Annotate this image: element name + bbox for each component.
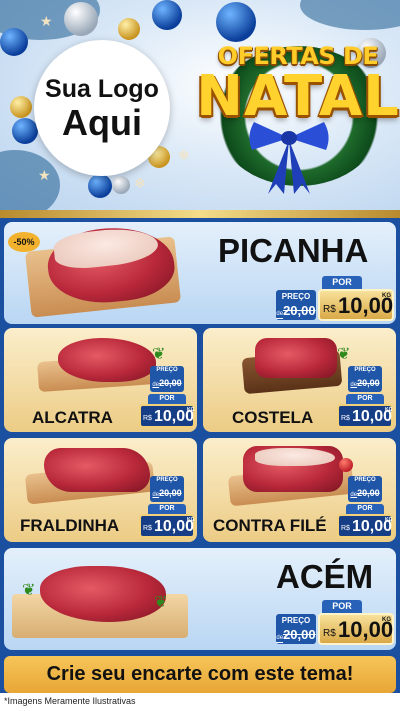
tomato-garnish-icon bbox=[339, 458, 353, 472]
por-label: POR bbox=[148, 394, 186, 404]
price-tag-acem: PREÇO de20,00 POR R$ 10,00 KG bbox=[276, 600, 396, 646]
herb-garnish-icon: ❦ bbox=[154, 592, 168, 611]
herb-garnish-icon: ❦ bbox=[152, 344, 166, 363]
currency-symbol: R$ bbox=[323, 304, 336, 315]
new-price-box: R$ 10,00 KG bbox=[139, 404, 195, 428]
footer: *Imagens Meramente Ilustrativas bbox=[0, 693, 400, 711]
unit-label: KG bbox=[187, 407, 195, 413]
create-flyer-cta-button[interactable]: Crie seu encarte com este tema! bbox=[4, 656, 396, 693]
blue-ornament-icon bbox=[216, 2, 256, 42]
old-price: de20,00 bbox=[350, 488, 380, 498]
preco-label: PREÇO bbox=[156, 367, 178, 373]
product-name: PICANHA bbox=[218, 232, 369, 269]
blue-ornament-icon bbox=[152, 0, 182, 30]
price-tag-fraldinha: PREÇO de20,00 POR R$ 10,00 KG bbox=[138, 476, 196, 538]
por-label: POR bbox=[346, 504, 384, 514]
blue-ornament-icon bbox=[88, 174, 112, 198]
preco-label: PREÇO bbox=[354, 477, 376, 483]
price-tag-contra-file: PREÇO de20,00 POR R$ 10,00 KG bbox=[336, 476, 394, 538]
pine-branch-decoration bbox=[300, 0, 400, 30]
disclaimer-text: *Imagens Meramente Ilustrativas bbox=[4, 696, 136, 706]
unit-label: KG bbox=[382, 617, 391, 623]
product-name: CONTRA FILÉ bbox=[213, 516, 327, 535]
price-tag-picanha: PREÇO de20,00 POR R$ 10,00 KG bbox=[276, 276, 396, 321]
logo-text-line2: Aqui bbox=[62, 102, 142, 143]
price-tag-alcatra: PREÇO de20,00 POR R$ 10,00 KG bbox=[138, 366, 196, 428]
unit-label: KG bbox=[382, 293, 391, 299]
preco-label: PREÇO bbox=[281, 616, 311, 625]
snowflake-icon: ❄ bbox=[134, 176, 146, 192]
preco-label: PREÇO bbox=[156, 477, 178, 483]
old-price: de20,00 bbox=[350, 378, 380, 388]
meat-fat-cap bbox=[255, 448, 335, 466]
currency-symbol: R$ bbox=[323, 628, 336, 639]
old-price: de20,00 bbox=[276, 303, 316, 318]
price-tag-costela: PREÇO de20,00 POR R$ 10,00 KG bbox=[336, 366, 394, 428]
old-price: de20,00 bbox=[152, 378, 182, 388]
product-name: FRALDINHA bbox=[20, 516, 120, 535]
product-name: ALCATRA bbox=[32, 408, 113, 427]
old-price-box: PREÇO de20,00 bbox=[348, 366, 382, 392]
currency-symbol: R$ bbox=[341, 415, 350, 422]
header-banner: ★ ★ ❄ ❄ Sua Logo Aqui OFERTAS DE NATAL bbox=[0, 0, 400, 210]
currency-symbol: R$ bbox=[143, 415, 152, 422]
discount-badge: -50% bbox=[8, 232, 40, 252]
blue-bow-icon bbox=[249, 122, 329, 194]
preco-label: PREÇO bbox=[281, 292, 311, 301]
star-icon: ★ bbox=[40, 14, 53, 30]
gold-ornament-icon bbox=[118, 18, 140, 40]
unit-label: KG bbox=[385, 517, 393, 523]
silver-ornament-icon bbox=[112, 176, 130, 194]
new-price-box: R$ 10,00 KG bbox=[139, 514, 195, 538]
currency-symbol: R$ bbox=[143, 525, 152, 532]
product-name: ACÉM bbox=[276, 558, 374, 595]
meat-image bbox=[44, 448, 150, 492]
new-price-box: R$ 10,00 KG bbox=[318, 289, 394, 321]
herb-garnish-icon: ❦ bbox=[22, 580, 36, 599]
preco-label: PREÇO bbox=[354, 367, 376, 373]
old-price-box: PREÇO de20,00 bbox=[348, 476, 382, 502]
por-label: POR bbox=[346, 394, 384, 404]
por-label: POR bbox=[322, 600, 362, 613]
new-price-box: R$ 10,00 KG bbox=[337, 514, 393, 538]
old-price: de20,00 bbox=[276, 627, 316, 642]
gold-ornament-icon bbox=[10, 96, 32, 118]
star-icon: ★ bbox=[38, 168, 51, 184]
blue-ornament-icon bbox=[0, 28, 28, 56]
unit-label: KG bbox=[385, 407, 393, 413]
logo-placeholder: Sua Logo Aqui bbox=[34, 40, 170, 176]
product-name: COSTELA bbox=[232, 408, 314, 427]
new-price-box: R$ 10,00 KG bbox=[318, 613, 394, 645]
silver-ornament-icon bbox=[64, 2, 98, 36]
currency-symbol: R$ bbox=[341, 525, 350, 532]
blue-ornament-icon bbox=[12, 118, 38, 144]
old-price-box: PREÇO de20,00 bbox=[150, 476, 184, 502]
old-price-box: PREÇO de20,00 bbox=[276, 614, 316, 644]
new-price-box: R$ 10,00 KG bbox=[337, 404, 393, 428]
old-price: de20,00 bbox=[152, 488, 182, 498]
por-label: POR bbox=[322, 276, 362, 289]
gold-divider bbox=[0, 210, 400, 218]
old-price-box: PREÇO de20,00 bbox=[276, 290, 316, 320]
meat-image bbox=[255, 338, 337, 378]
unit-label: KG bbox=[187, 517, 195, 523]
por-label: POR bbox=[148, 504, 186, 514]
snowflake-icon: ❄ bbox=[178, 148, 190, 164]
pine-branch-decoration bbox=[0, 150, 60, 210]
logo-text-line1: Sua Logo bbox=[45, 75, 159, 103]
old-price-box: PREÇO de20,00 bbox=[150, 366, 184, 392]
herb-garnish-icon: ❦ bbox=[337, 344, 351, 363]
